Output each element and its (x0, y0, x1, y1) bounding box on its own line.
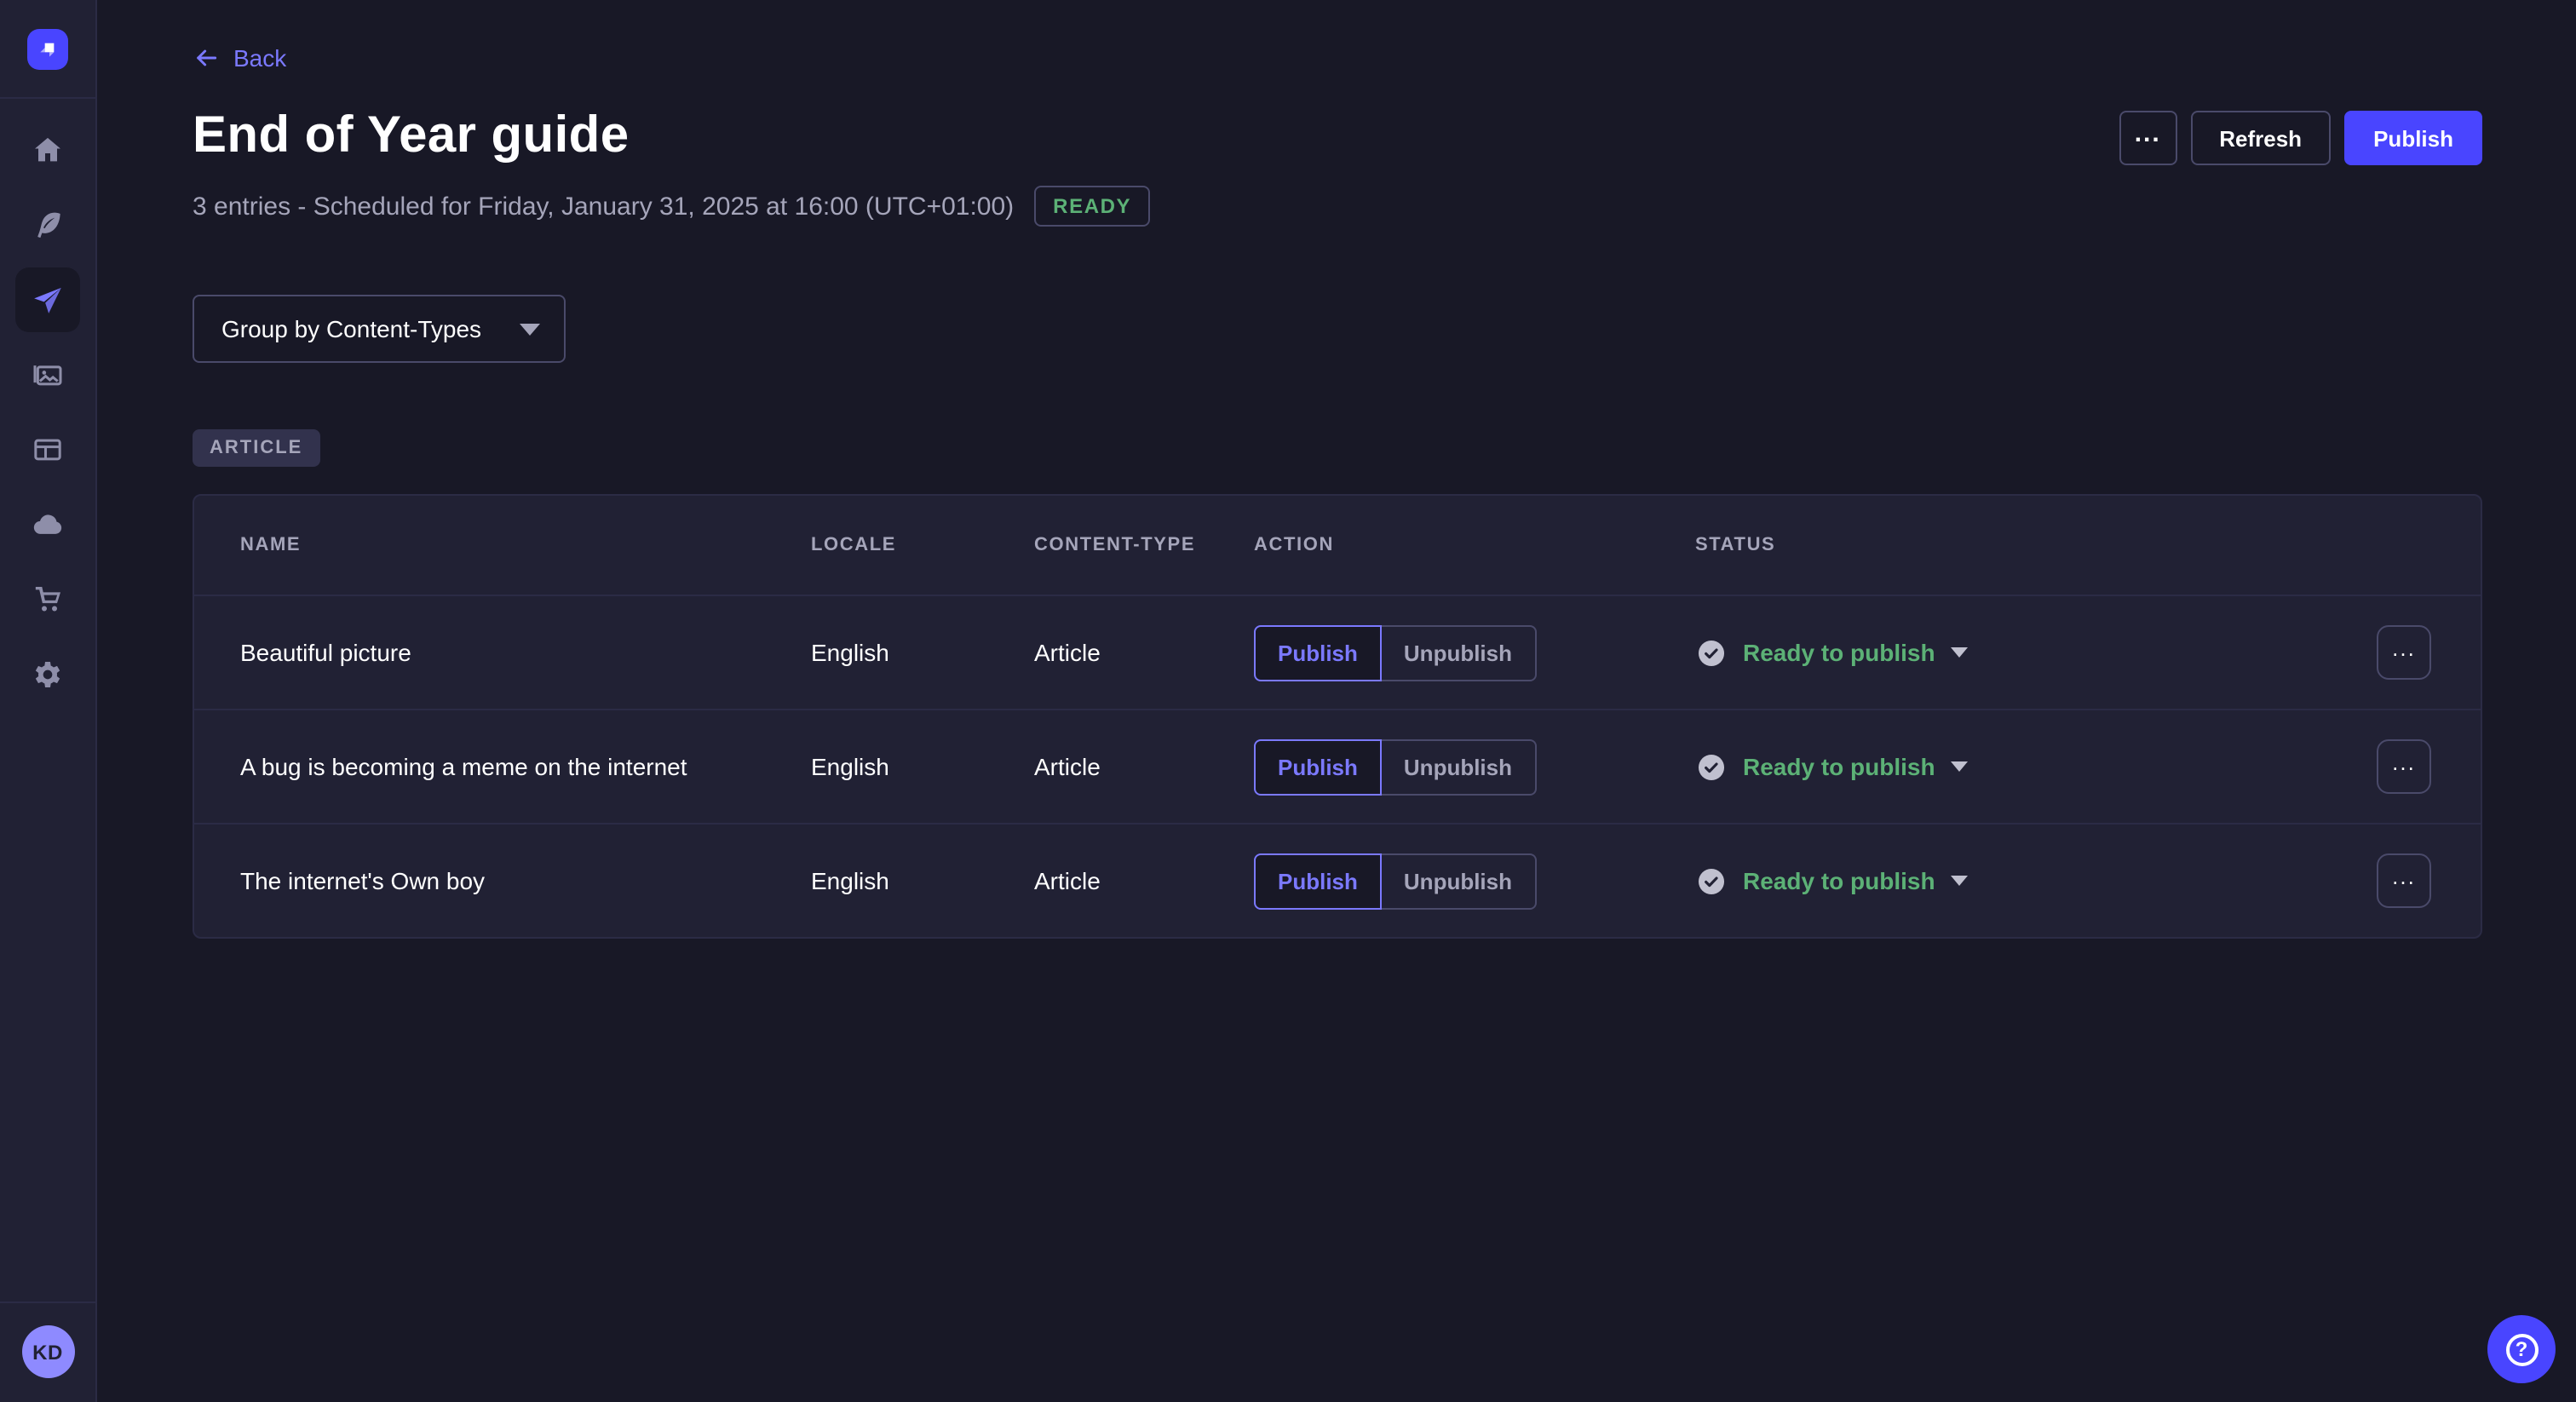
unpublish-toggle-button[interactable]: Unpublish (1382, 738, 1536, 795)
entry-content-type: Article (1034, 753, 1254, 780)
marketplace-cart-icon (31, 583, 65, 617)
entry-content-type: Article (1034, 639, 1254, 666)
ellipsis-icon: ... (2392, 635, 2416, 661)
table-row: Beautiful picture English Article Publis… (194, 595, 2481, 709)
publish-toggle-button[interactable]: Publish (1254, 853, 1382, 909)
column-header-status: STATUS (1695, 535, 2377, 555)
action-toggle-group: Publish Unpublish (1254, 853, 1695, 909)
sidebar-item-content-manager[interactable] (15, 192, 80, 257)
check-circle-icon (1695, 636, 1728, 669)
feather-icon (31, 208, 65, 242)
ellipsis-icon: ... (2392, 864, 2416, 889)
sidebar-item-releases[interactable] (15, 267, 80, 332)
sidebar-item-media-library[interactable] (15, 342, 80, 407)
sidebar-bottom-divider (0, 1301, 96, 1303)
main-content: Back End of Year guide 3 entries - Sched… (97, 0, 2576, 1402)
status-label: Ready to publish (1743, 867, 1935, 894)
sidebar-divider (0, 97, 96, 99)
status-label: Ready to publish (1743, 753, 1935, 780)
action-toggle-group: Publish Unpublish (1254, 738, 1695, 795)
entry-status[interactable]: Ready to publish (1695, 636, 2377, 669)
paper-plane-icon (31, 283, 65, 317)
sidebar-nav (15, 118, 80, 707)
back-label: Back (233, 44, 286, 72)
entry-status[interactable]: Ready to publish (1695, 750, 2377, 783)
row-more-options-button[interactable]: ... (2377, 739, 2431, 794)
check-circle-icon (1695, 865, 1728, 897)
sidebar-item-content-type-builder[interactable] (15, 417, 80, 482)
sidebar-item-marketplace[interactable] (15, 567, 80, 632)
media-library-icon (31, 358, 65, 392)
column-header-name: NAME (240, 535, 811, 555)
release-subtitle: 3 entries - Scheduled for Friday, Januar… (193, 192, 1014, 221)
entries-table: NAME LOCALE CONTENT-TYPE ACTION STATUS B… (193, 494, 2482, 939)
content-type-group-badge: ARTICLE (193, 429, 319, 467)
app-root: KD Back End of Year guide 3 entries - Sc… (0, 0, 2576, 1402)
entry-name: The internet's Own boy (240, 867, 811, 894)
check-circle-icon (1695, 750, 1728, 783)
sidebar-item-deploy[interactable] (15, 492, 80, 557)
sidebar-bottom: KD (0, 1301, 96, 1402)
ellipsis-icon: ... (2135, 118, 2161, 147)
unpublish-toggle-button[interactable]: Unpublish (1382, 624, 1536, 681)
action-toggle-group: Publish Unpublish (1254, 624, 1695, 681)
entry-locale: English (811, 867, 1034, 894)
ellipsis-icon: ... (2392, 750, 2416, 775)
question-mark-icon: ? (2505, 1333, 2538, 1365)
entry-status[interactable]: Ready to publish (1695, 865, 2377, 897)
entry-name: Beautiful picture (240, 639, 811, 666)
header-titles: End of Year guide 3 entries - Scheduled … (193, 107, 1150, 227)
column-header-action: ACTION (1254, 535, 1695, 555)
header-actions: ... Refresh Publish (2119, 111, 2482, 165)
publish-release-button[interactable]: Publish (2344, 111, 2482, 165)
group-by-label: Group by Content-Types (221, 315, 481, 342)
back-link[interactable]: Back (193, 44, 286, 72)
unpublish-toggle-button[interactable]: Unpublish (1382, 853, 1536, 909)
status-badge: READY (1034, 186, 1150, 227)
table-row: A bug is becoming a meme on the internet… (194, 709, 2481, 823)
group-by-select[interactable]: Group by Content-Types (193, 295, 565, 363)
row-more-options-button[interactable]: ... (2377, 625, 2431, 680)
arrow-left-icon (193, 44, 220, 72)
page-title: End of Year guide (193, 107, 1150, 165)
entry-name: A bug is becoming a meme on the internet (240, 753, 811, 780)
chevron-down-icon (519, 323, 539, 335)
help-button[interactable]: ? (2487, 1315, 2556, 1383)
cloud-icon (31, 508, 65, 542)
sidebar-item-settings[interactable] (15, 642, 80, 707)
chevron-down-icon (1951, 647, 1968, 658)
row-more-options-button[interactable]: ... (2377, 853, 2431, 908)
user-avatar[interactable]: KD (21, 1325, 74, 1378)
sidebar: KD (0, 0, 97, 1402)
status-label: Ready to publish (1743, 639, 1935, 666)
entry-locale: English (811, 753, 1034, 780)
publish-toggle-button[interactable]: Publish (1254, 624, 1382, 681)
refresh-button[interactable]: Refresh (2190, 111, 2331, 165)
column-header-content-type: CONTENT-TYPE (1034, 535, 1254, 555)
chevron-down-icon (1951, 761, 1968, 772)
settings-gear-icon (31, 658, 65, 692)
table-row: The internet's Own boy English Article P… (194, 823, 2481, 937)
more-options-button[interactable]: ... (2119, 111, 2176, 165)
entry-locale: English (811, 639, 1034, 666)
content-type-builder-icon (31, 433, 65, 467)
strapi-logo-icon (34, 36, 61, 63)
column-header-locale: LOCALE (811, 535, 1034, 555)
chevron-down-icon (1951, 876, 1968, 886)
home-icon (31, 133, 65, 167)
publish-toggle-button[interactable]: Publish (1254, 738, 1382, 795)
strapi-logo[interactable] (27, 29, 68, 70)
entry-content-type: Article (1034, 867, 1254, 894)
sidebar-item-home[interactable] (15, 118, 80, 182)
table-header-row: NAME LOCALE CONTENT-TYPE ACTION STATUS (194, 496, 2481, 595)
